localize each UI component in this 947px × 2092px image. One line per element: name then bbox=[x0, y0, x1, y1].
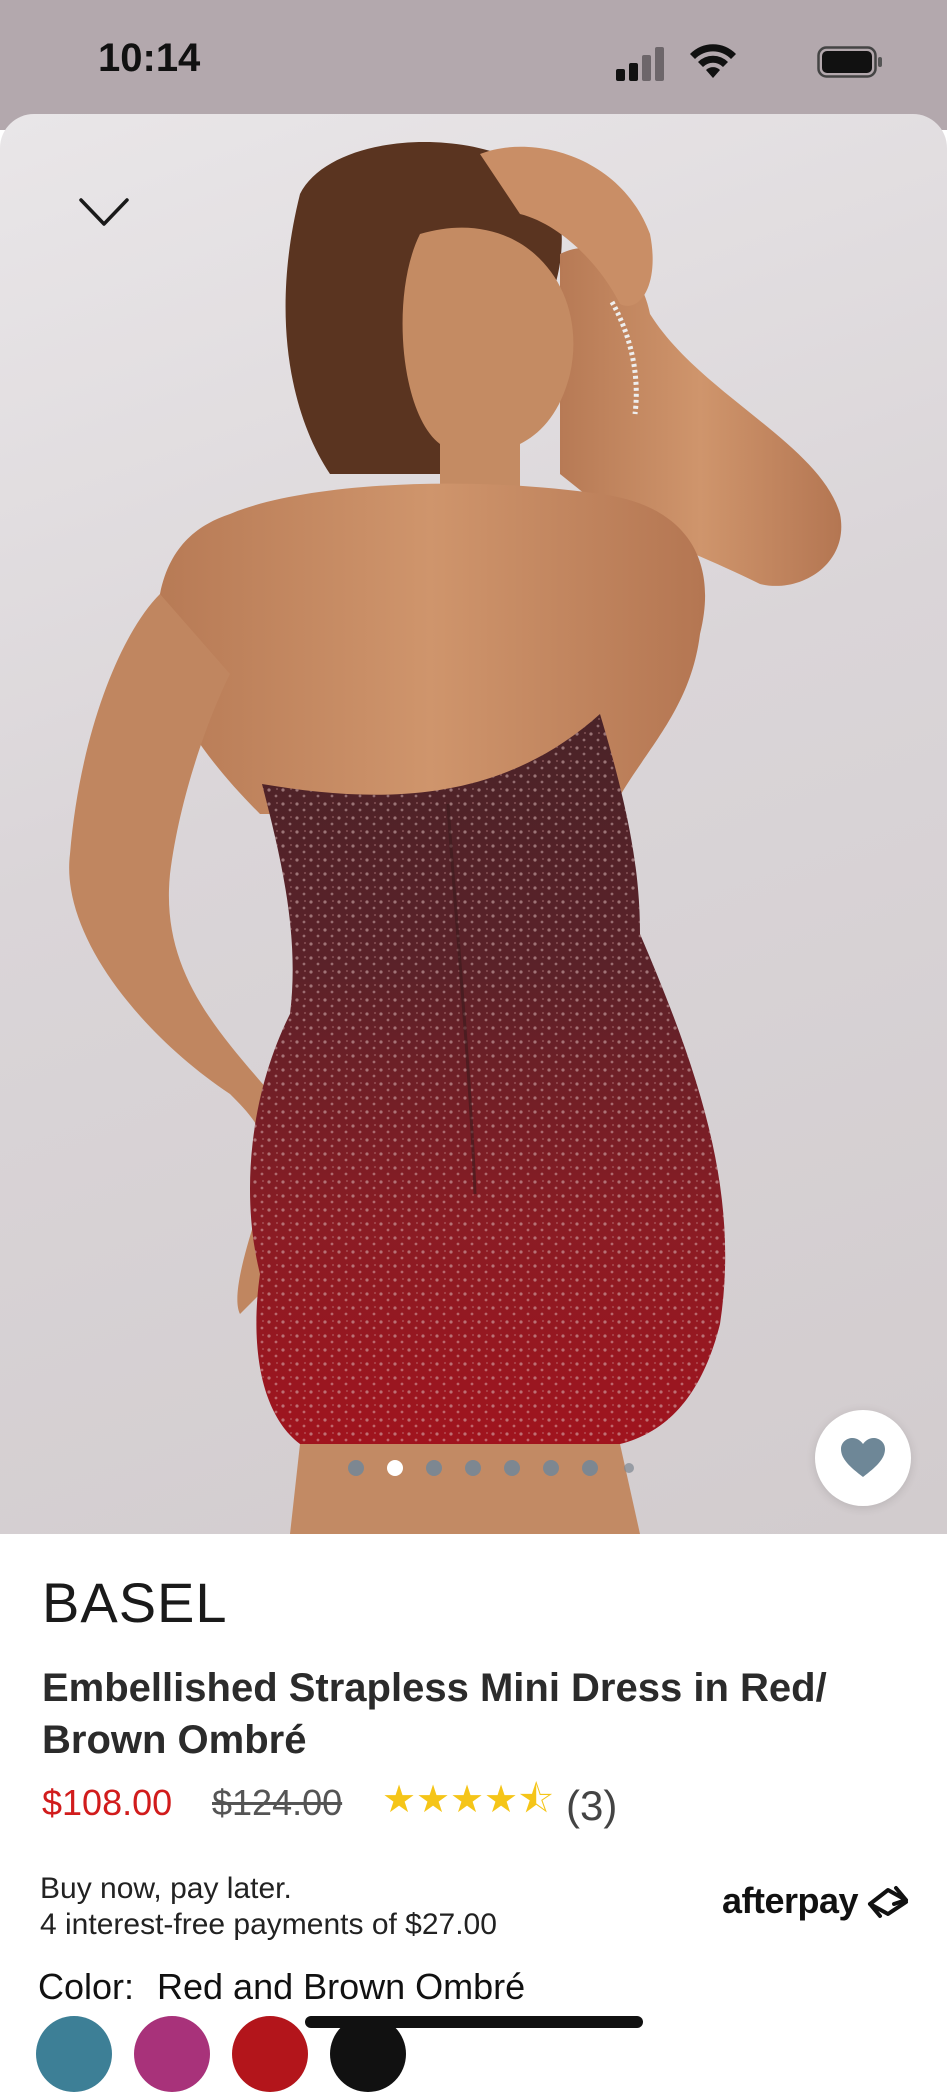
status-bar: 10:14 bbox=[0, 0, 947, 130]
status-icons bbox=[603, 44, 883, 84]
afterpay-logo[interactable]: afterpay bbox=[722, 1880, 859, 1922]
battery-icon bbox=[817, 46, 882, 78]
star-icon: ★ bbox=[450, 1779, 485, 1821]
afterpay-arrows-icon bbox=[868, 1886, 908, 1918]
bnpl-installments: 4 interest-free payments of $27.00 bbox=[40, 1908, 497, 1941]
product-image-gallery[interactable] bbox=[0, 114, 947, 1534]
product-title: Embellished Strapless Mini Dress in Red/… bbox=[42, 1666, 827, 1762]
sale-price: $108.00 bbox=[42, 1782, 173, 1823]
price-row: $108.00 $124.00 ★ ★ ★ ★ ⯪ (3) bbox=[42, 1778, 922, 1830]
status-time: 10:14 bbox=[98, 36, 201, 80]
pagination-dot[interactable] bbox=[582, 1460, 598, 1476]
star-icon: ★ bbox=[416, 1779, 451, 1821]
half-star-icon: ⯪ bbox=[518, 1779, 554, 1821]
original-price: $124.00 bbox=[212, 1782, 343, 1823]
home-indicator[interactable] bbox=[305, 2016, 643, 2028]
product-photo bbox=[69, 141, 842, 1534]
color-label: Color: bbox=[38, 1966, 135, 2007]
pagination-dot[interactable] bbox=[348, 1460, 364, 1476]
favorite-button[interactable] bbox=[815, 1410, 911, 1506]
brand-name[interactable]: BASEL bbox=[42, 1570, 228, 1635]
cellular-signal-icon bbox=[616, 47, 668, 81]
pagination-dot[interactable] bbox=[624, 1463, 634, 1473]
pagination-dot[interactable] bbox=[504, 1460, 520, 1476]
heart-icon bbox=[841, 1438, 885, 1477]
color-swatch-magenta[interactable] bbox=[134, 2016, 210, 2092]
pagination-dot[interactable] bbox=[426, 1460, 442, 1476]
star-icon: ★ bbox=[484, 1779, 519, 1821]
wifi-icon bbox=[690, 44, 736, 78]
review-count[interactable]: (3) bbox=[566, 1782, 617, 1830]
bnpl-headline: Buy now, pay later. bbox=[40, 1872, 292, 1905]
selected-color-name: Red and Brown Ombré bbox=[157, 1966, 526, 2007]
color-swatch-red[interactable] bbox=[232, 2016, 308, 2092]
pagination-dot[interactable] bbox=[543, 1460, 559, 1476]
color-swatch-teal[interactable] bbox=[36, 2016, 112, 2092]
pagination-dot[interactable] bbox=[465, 1460, 481, 1476]
pagination-dot-active[interactable] bbox=[387, 1460, 403, 1476]
star-icon: ★ bbox=[382, 1779, 417, 1821]
chevron-down-icon[interactable] bbox=[78, 196, 130, 230]
